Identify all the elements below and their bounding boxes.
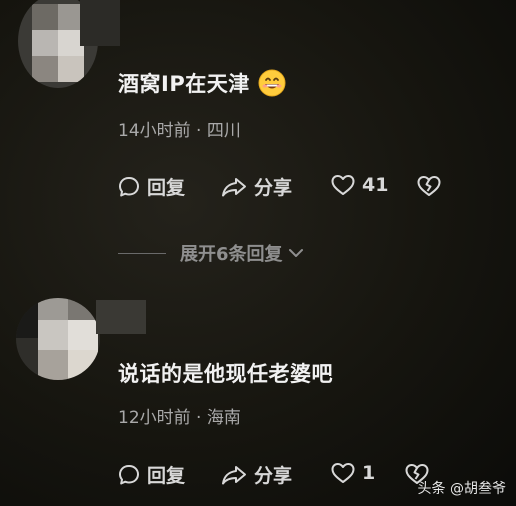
meta-separator: · xyxy=(196,121,202,141)
share-label: 分享 xyxy=(254,177,293,199)
share-button[interactable]: 分享 xyxy=(220,173,292,200)
comment-meta: 14小时前 · 四川 xyxy=(118,116,241,141)
chevron-down-icon xyxy=(288,249,303,257)
comment-text: 酒窝IP在天津 xyxy=(118,68,286,102)
like-button[interactable]: 1 xyxy=(330,461,375,485)
watermark: 头条 @胡叁爷 xyxy=(417,481,506,497)
reply-label: 回复 xyxy=(147,177,186,199)
comment-time: 12小时前 xyxy=(118,408,191,428)
share-arrow-icon xyxy=(222,465,246,484)
like-count: 1 xyxy=(362,462,376,484)
expand-replies-label: 展开6条回复 xyxy=(180,244,283,265)
share-button[interactable]: 分享 xyxy=(220,461,292,488)
share-arrow-icon xyxy=(222,177,246,196)
comment-time: 14小时前 xyxy=(118,121,191,141)
expand-replies-button[interactable]: 展开6条回复 xyxy=(118,240,305,266)
divider-line xyxy=(118,252,166,254)
broken-heart-icon xyxy=(417,176,441,196)
comment-bubble-icon xyxy=(119,176,139,196)
reply-label: 回复 xyxy=(147,465,186,487)
avatar[interactable] xyxy=(16,298,100,380)
grinning-emoji-icon xyxy=(258,69,286,102)
comment-text: 说话的是他现任老婆吧 xyxy=(118,362,333,386)
like-button[interactable]: 41 xyxy=(330,173,388,197)
comment-location: 海南 xyxy=(206,408,241,428)
heart-outline-icon xyxy=(331,175,355,195)
comment-bubble-icon xyxy=(119,464,139,484)
dislike-button[interactable] xyxy=(416,174,442,202)
comment-meta: 12小时前 · 海南 xyxy=(118,403,241,428)
reply-button[interactable]: 回复 xyxy=(117,461,185,488)
avatar-mosaic-side xyxy=(96,300,146,334)
comment-location: 四川 xyxy=(206,121,241,141)
like-count: 41 xyxy=(362,174,389,196)
share-label: 分享 xyxy=(254,465,293,487)
avatar-mosaic-side xyxy=(80,0,120,46)
reply-button[interactable]: 回复 xyxy=(117,173,185,200)
heart-outline-icon xyxy=(331,463,355,483)
meta-separator: · xyxy=(196,408,202,428)
